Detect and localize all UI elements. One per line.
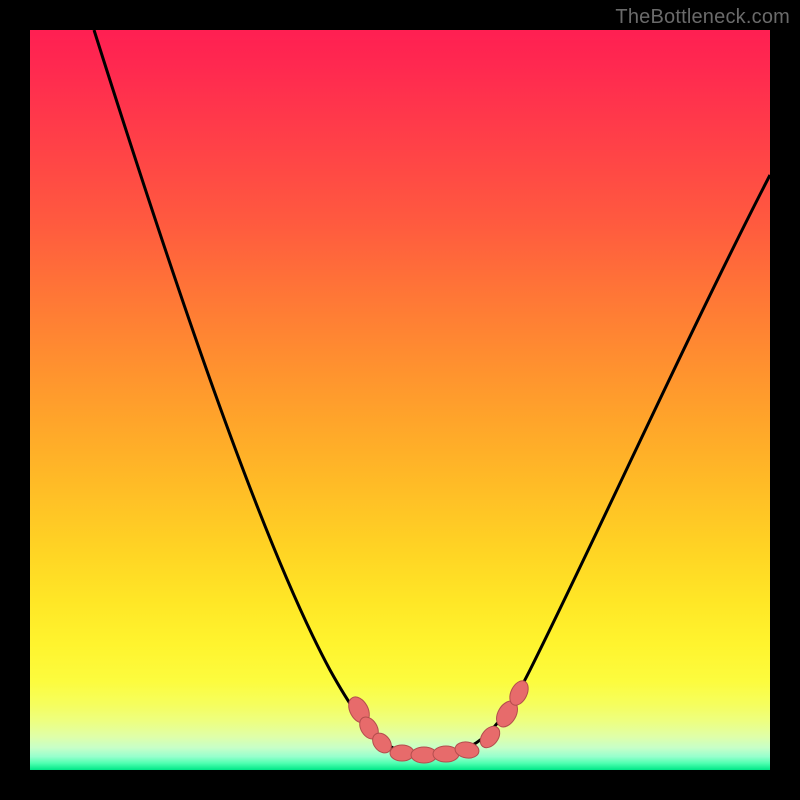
marker-group xyxy=(344,678,531,763)
plot-area xyxy=(30,30,770,770)
bottleneck-curve xyxy=(94,30,770,755)
curve-marker xyxy=(476,723,503,752)
curve-marker xyxy=(390,745,414,761)
chart-frame: TheBottleneck.com xyxy=(0,0,800,800)
watermark-text: TheBottleneck.com xyxy=(615,6,790,29)
curve-svg xyxy=(30,30,770,770)
